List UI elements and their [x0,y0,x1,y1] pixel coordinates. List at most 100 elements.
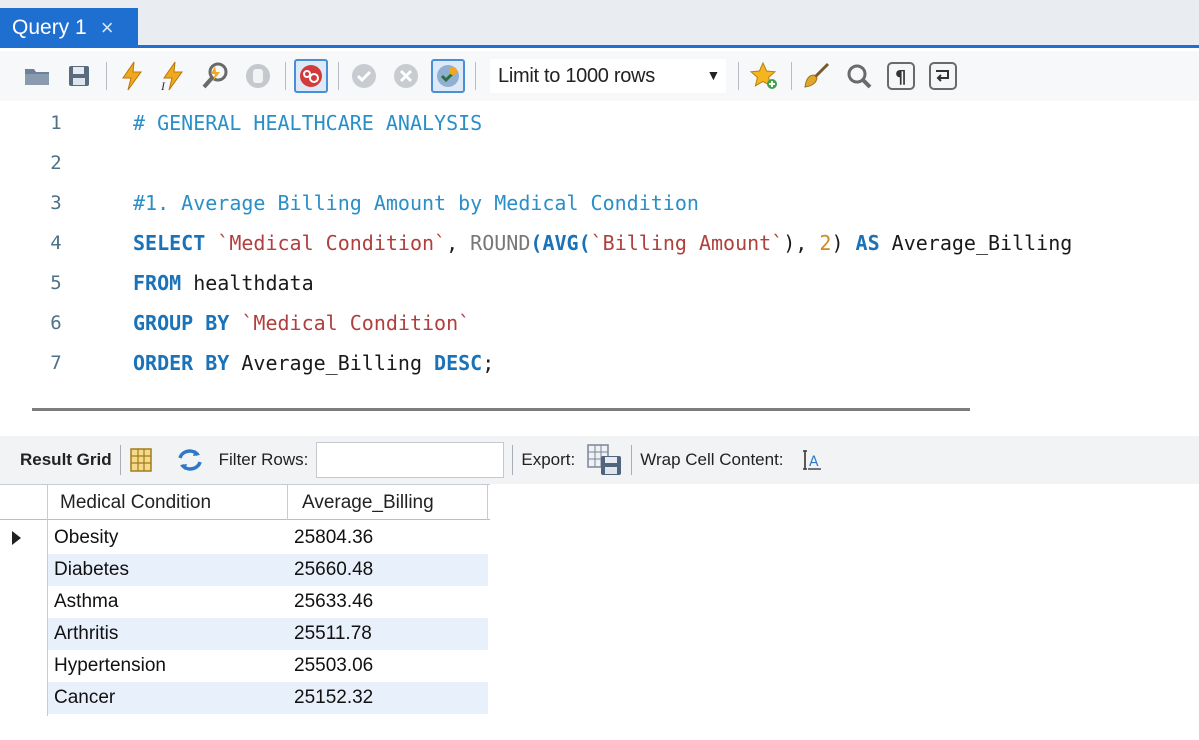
save-icon[interactable] [62,59,96,93]
table-row[interactable]: Asthma 25633.46 [0,586,490,618]
sql-keyword: ORDER BY [133,351,230,375]
grid-cell[interactable]: 25511.78 [288,618,488,650]
grid-cell[interactable]: Asthma [48,586,288,618]
code-line: 5 FROM healthdata [0,263,1199,303]
line-number: 7 [50,352,62,374]
code-line: 1 # GENERAL HEALTHCARE ANALYSIS [0,103,1199,143]
export-icon[interactable] [587,444,623,476]
sql-punct: ), [783,231,820,255]
code-text: #1. Average Billing Amount by Medical Co… [133,191,699,215]
code-text: GROUP BY `Medical Condition` [133,311,470,335]
limit-rows-select[interactable]: Limit to 1000 rows ▼ [490,59,726,93]
sql-identifier-quoted: `Medical Condition` [217,231,447,255]
explain-icon[interactable] [199,59,233,93]
sql-punct: ) [831,231,856,255]
execute-icon[interactable] [115,59,149,93]
open-folder-icon[interactable] [20,59,54,93]
sql-keyword: DESC [434,351,483,375]
code-line: 2 [0,143,1199,183]
sql-punct: ( [578,231,591,255]
rollback-icon[interactable] [389,59,423,93]
grid-cell[interactable]: Hypertension [48,650,288,682]
code-line: 3 #1. Average Billing Amount by Medical … [0,183,1199,223]
wrap-lines-icon[interactable] [926,59,960,93]
table-row[interactable]: Arthritis 25511.78 [0,618,490,650]
current-row-arrow-icon [12,531,21,545]
line-number: 4 [50,232,62,254]
stop-icon[interactable] [241,59,275,93]
column-header-medical-condition[interactable]: Medical Condition [48,485,288,520]
grid-cell[interactable]: Cancer [48,682,288,714]
toolbar-separator [119,445,121,475]
sql-keyword: FROM [133,271,182,295]
code-line: 6 GROUP BY `Medical Condition` [0,303,1199,343]
result-grid-button[interactable]: Result Grid [20,450,112,470]
grid-header: Medical Condition Average_Billing [0,484,490,520]
code-text: SELECT `Medical Condition`, ROUND(AVG(`B… [133,231,1072,255]
tab-query-1[interactable]: Query 1 × [0,8,138,48]
execute-current-icon[interactable]: I [157,59,191,93]
sql-identifier: Average_Billing [879,231,1073,255]
sql-comment: #1. Average Billing Amount by Medical Co… [133,191,699,215]
sql-number: 2 [819,231,832,255]
table-row[interactable]: Obesity 25804.36 [0,522,490,554]
export-label: Export: [521,450,576,469]
line-number: 6 [50,312,62,334]
sql-keyword: GROUP BY [133,311,230,335]
code-line: 7 ORDER BY Average_Billing DESC; [0,343,1199,383]
toolbar-separator [512,445,514,475]
sql-identifier: Average_Billing [229,351,435,375]
svg-text:A: A [809,454,819,470]
sql-keyword: SELECT [133,231,206,255]
grid-cell[interactable]: 25660.48 [288,554,488,586]
line-number: 1 [50,112,62,134]
grid-cell[interactable]: Obesity [48,522,288,554]
autocommit-icon[interactable] [431,59,465,93]
grid-cell[interactable]: Diabetes [48,554,288,586]
toolbar-separator [475,62,476,90]
tab-title: Query 1 [12,16,87,39]
form-editor-icon[interactable] [129,447,153,473]
horizontal-scrollbar[interactable] [32,408,970,411]
toolbar-separator [631,445,633,475]
filter-rows-input[interactable] [316,442,505,478]
wrap-cell-content-icon[interactable]: A [800,448,822,472]
table-row[interactable]: Hypertension 25503.06 [0,650,490,682]
column-header-average-billing[interactable]: Average_Billing [288,485,488,520]
grid-cell[interactable]: 25503.06 [288,650,488,682]
row-indicator-header [0,485,48,520]
svg-text:I: I [160,79,166,91]
sql-punct: , [446,231,471,255]
sql-punct: ( [530,231,543,255]
beautify-brush-icon[interactable] [800,59,834,93]
find-icon[interactable] [842,59,876,93]
grid-cell[interactable]: Arthritis [48,618,288,650]
toolbar-separator [738,62,739,90]
sql-identifier: healthdata [181,271,314,295]
code-line: 4 SELECT `Medical Condition`, ROUND(AVG(… [0,223,1199,263]
commit-icon[interactable] [347,59,381,93]
toggle-stop-on-error-icon[interactable] [294,59,328,93]
grid-cell[interactable]: 25633.46 [288,586,488,618]
sql-comment: # GENERAL HEALTHCARE ANALYSIS [133,111,483,135]
close-tab-icon[interactable]: × [101,15,114,41]
sql-keyword: AS [855,231,880,255]
line-number: 2 [50,152,62,174]
grid-cell[interactable]: 25152.32 [288,682,488,714]
line-number: 3 [50,192,62,214]
toolbar-separator [106,62,107,90]
toolbar-separator [791,62,792,90]
table-row[interactable]: Cancer 25152.32 [0,682,490,714]
grid-cell[interactable]: 25804.36 [288,522,488,554]
invisible-chars-icon[interactable]: ¶ [884,59,918,93]
line-number: 5 [50,272,62,294]
table-row[interactable]: Diabetes 25660.48 [0,554,490,586]
refresh-icon[interactable] [175,447,205,473]
tab-strip: Query 1 × [0,0,1199,48]
sql-editor[interactable]: 1 # GENERAL HEALTHCARE ANALYSIS 2 3 #1. … [0,101,1199,391]
code-text: FROM healthdata [133,271,314,295]
favorite-star-icon[interactable] [747,59,781,93]
chevron-down-icon: ▼ [706,67,720,83]
code-text: # GENERAL HEALTHCARE ANALYSIS [133,111,482,135]
sql-function: ROUND [470,231,531,255]
